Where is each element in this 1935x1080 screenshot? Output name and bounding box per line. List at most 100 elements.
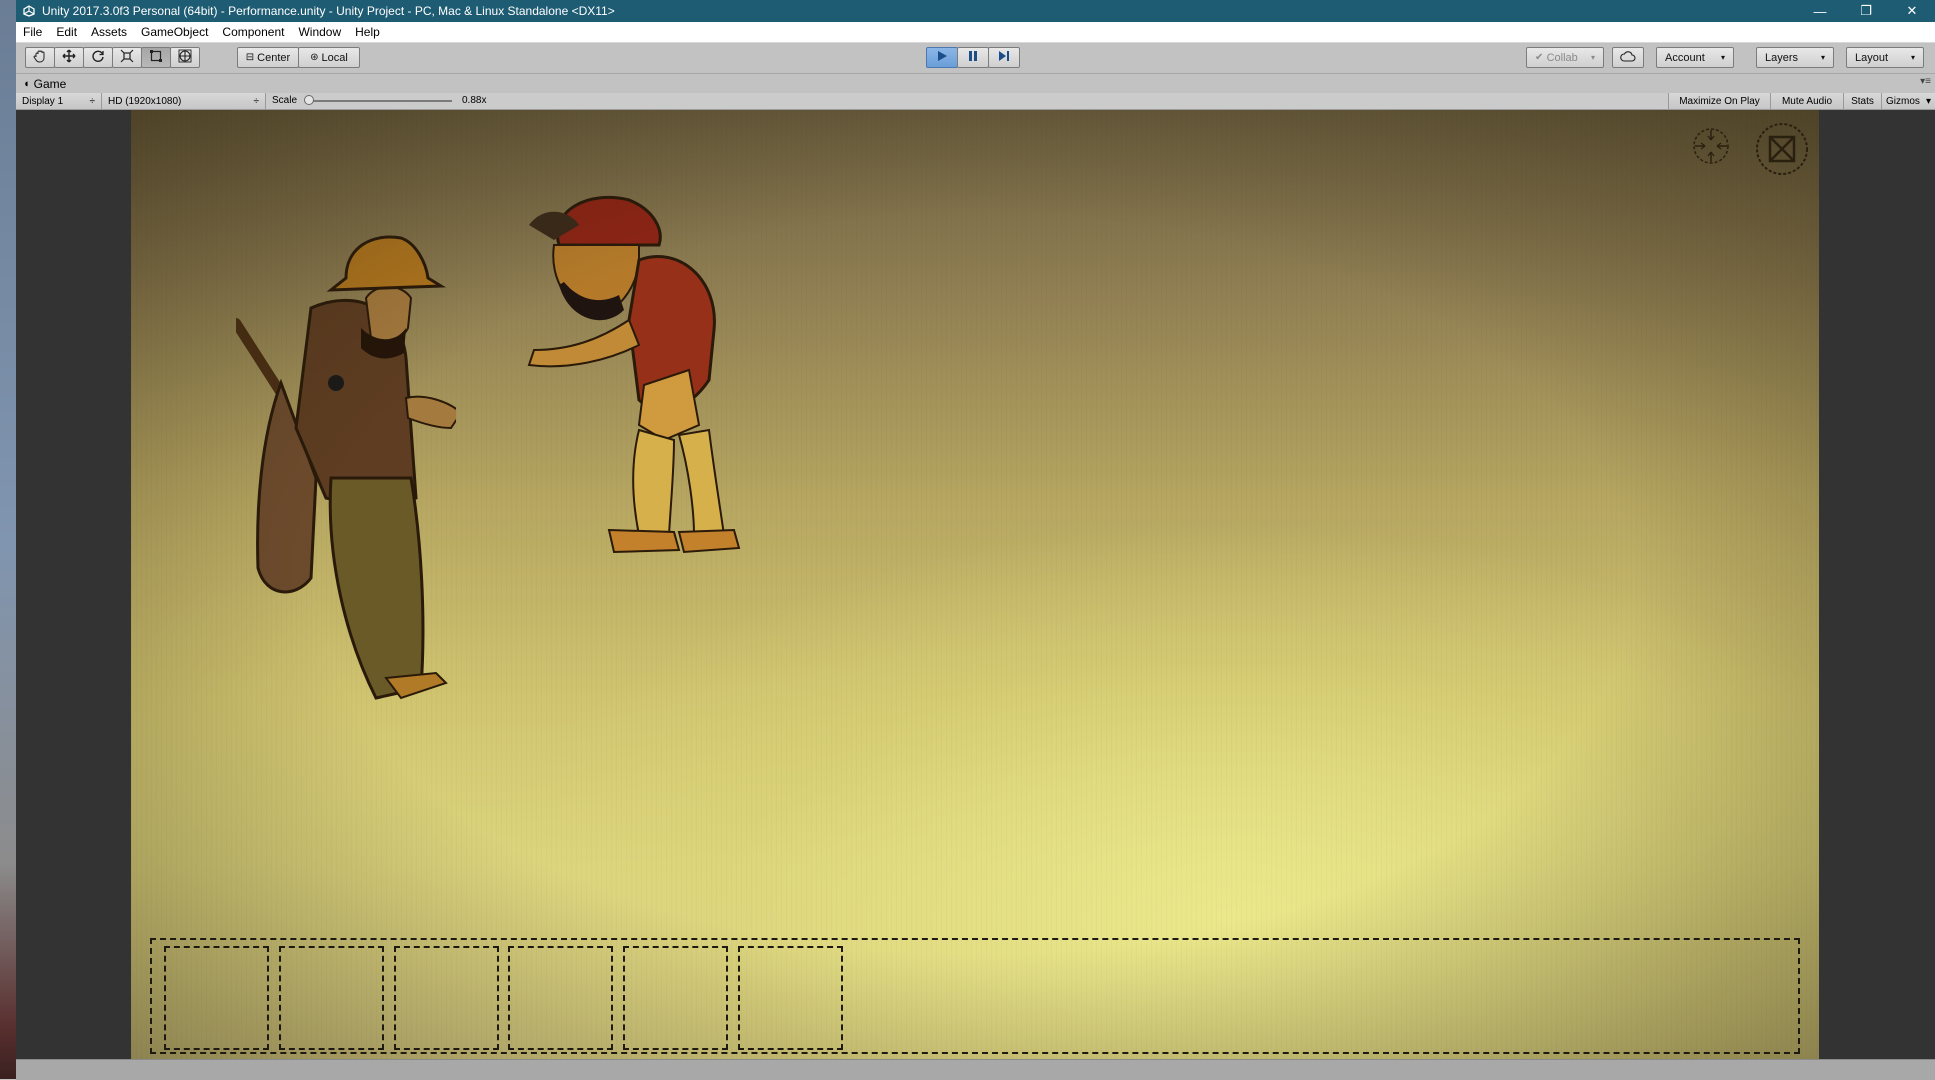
unity-editor-window: Unity 2017.3.0f3 Personal (64bit) - Perf…: [16, 0, 1935, 1080]
close-button[interactable]: ✕: [1889, 0, 1935, 22]
layers-caret-icon: ▾: [1820, 53, 1825, 62]
stats-toggle[interactable]: Stats: [1843, 93, 1881, 109]
menu-component[interactable]: Component: [215, 25, 291, 39]
menu-assets[interactable]: Assets: [84, 25, 134, 39]
collab-caret-icon: ▾: [1590, 53, 1595, 62]
scale-label: Scale: [272, 95, 298, 106]
display-dropdown[interactable]: Display 1 ÷: [16, 93, 102, 109]
account-dropdown[interactable]: Account ▾: [1656, 47, 1734, 68]
resolution-dropdown[interactable]: HD (1920x1080) ÷: [102, 93, 266, 109]
cloud-group: [1612, 47, 1644, 68]
game-viewport: [16, 110, 1935, 1059]
title-bar: Unity 2017.3.0f3 Personal (64bit) - Perf…: [16, 0, 1935, 22]
pivot-local-label: Local: [321, 51, 348, 64]
inventory-slot-4[interactable]: [508, 946, 613, 1050]
transform-icon: [178, 49, 192, 66]
playback-controls: [926, 47, 1020, 68]
tab-game-label: Game: [33, 76, 67, 91]
inventory-slot-2[interactable]: [279, 946, 384, 1050]
tab-game[interactable]: ◖ Game: [16, 77, 66, 91]
rect-icon: [149, 49, 163, 66]
window-title: Unity 2017.3.0f3 Personal (64bit) - Perf…: [42, 4, 615, 18]
collab-group: ✔ Collab ▾: [1526, 47, 1604, 68]
scale-icon: [120, 49, 134, 66]
play-icon: [936, 50, 948, 65]
transform-tool-button[interactable]: [170, 47, 200, 68]
close-box-icon[interactable]: [1755, 122, 1809, 176]
menu-gameobject[interactable]: GameObject: [134, 25, 215, 39]
panel-menu-icon[interactable]: ▾≡: [1920, 76, 1931, 87]
pivot-toggles: ⊟ Center ⊛ Local: [237, 47, 360, 68]
inventory-slot-6[interactable]: [738, 946, 843, 1050]
menu-edit[interactable]: Edit: [49, 25, 84, 39]
collab-dropdown[interactable]: ✔ Collab ▾: [1526, 47, 1604, 68]
layers-label: Layers: [1765, 51, 1799, 64]
pivot-center-label: Center: [257, 51, 291, 64]
gizmos-dropdown[interactable]: Gizmos ▾: [1881, 93, 1935, 109]
layout-group: Layout ▾: [1846, 47, 1924, 68]
scale-value: 0.88x: [462, 95, 487, 106]
menu-help[interactable]: Help: [348, 25, 387, 39]
rect-tool-button[interactable]: [141, 47, 171, 68]
menu-bar: File Edit Assets GameObject Component Wi…: [16, 22, 1935, 43]
layout-dropdown[interactable]: Layout ▾: [1846, 47, 1924, 68]
cloud-services-button[interactable]: [1612, 47, 1644, 68]
inventory-slot-5[interactable]: [623, 946, 728, 1050]
gizmos-caret-icon: ▾: [1925, 95, 1931, 107]
layout-label: Layout: [1855, 51, 1889, 64]
shadow-puppet-gentleman[interactable]: [236, 178, 456, 728]
game-stage[interactable]: [131, 110, 1819, 1059]
unity-logo-icon: [22, 4, 36, 18]
layers-group: Layers ▾: [1756, 47, 1834, 68]
move-icon: [62, 49, 76, 66]
account-group: Account ▾: [1656, 47, 1734, 68]
game-view-options-bar: Display 1 ÷ HD (1920x1080) ÷ Scale 0.88x…: [16, 93, 1935, 110]
resolution-caret-icon: ÷: [253, 95, 260, 107]
gizmos-label: Gizmos: [1886, 95, 1920, 107]
minimize-button[interactable]: —: [1797, 0, 1843, 22]
resolution-label: HD (1920x1080): [108, 95, 182, 107]
pause-button[interactable]: [957, 47, 989, 68]
move-tool-button[interactable]: [54, 47, 84, 68]
step-button[interactable]: [988, 47, 1020, 68]
main-toolbar: ⊟ Center ⊛ Local ✔ Collab ▾ Account ▾ La…: [16, 43, 1935, 74]
rotate-tool-button[interactable]: [83, 47, 113, 68]
collab-check-icon: ✔: [1535, 52, 1544, 63]
restore-button[interactable]: ❐: [1843, 0, 1889, 22]
account-label: Account: [1665, 51, 1705, 64]
display-label: Display 1: [22, 95, 64, 107]
transform-tools: [25, 47, 200, 68]
mute-audio-toggle[interactable]: Mute Audio: [1770, 93, 1843, 109]
account-caret-icon: ▾: [1720, 53, 1725, 62]
display-caret-icon: ÷: [89, 95, 96, 107]
crosshair-icon[interactable]: [1691, 126, 1731, 166]
desktop-background-edge: [0, 0, 16, 1079]
shadow-puppet-bowing-figure[interactable]: [489, 170, 789, 590]
cloud-icon: [1620, 50, 1636, 65]
pause-icon: [967, 50, 979, 65]
layout-caret-icon: ▾: [1910, 53, 1915, 62]
pivot-center-icon: ⊟: [245, 52, 255, 63]
maximize-on-play-toggle[interactable]: Maximize On Play: [1668, 93, 1770, 109]
pivot-center-toggle[interactable]: ⊟ Center: [237, 47, 299, 68]
scale-slider-track[interactable]: [310, 100, 452, 102]
game-tab-bar: ◖ Game ▾≡: [16, 74, 1935, 93]
menu-window[interactable]: Window: [291, 25, 348, 39]
scale-slider-thumb[interactable]: [304, 95, 314, 105]
collab-label: Collab: [1546, 51, 1578, 64]
pivot-local-toggle[interactable]: ⊛ Local: [298, 47, 360, 68]
step-icon: [998, 50, 1010, 65]
inventory-tray: [150, 938, 1800, 1054]
inventory-slot-1[interactable]: [164, 946, 269, 1050]
status-bar: [16, 1059, 1935, 1080]
hand-tool-button[interactable]: [25, 47, 55, 68]
layers-dropdown[interactable]: Layers ▾: [1756, 47, 1834, 68]
menu-file[interactable]: File: [16, 25, 49, 39]
game-pacman-icon: ◖: [23, 77, 30, 90]
inventory-slot-3[interactable]: [394, 946, 499, 1050]
pivot-local-icon: ⊛: [310, 52, 319, 63]
scale-tool-button[interactable]: [112, 47, 142, 68]
hand-icon: [33, 49, 47, 66]
play-button[interactable]: [926, 47, 958, 68]
rotate-icon: [91, 49, 105, 66]
